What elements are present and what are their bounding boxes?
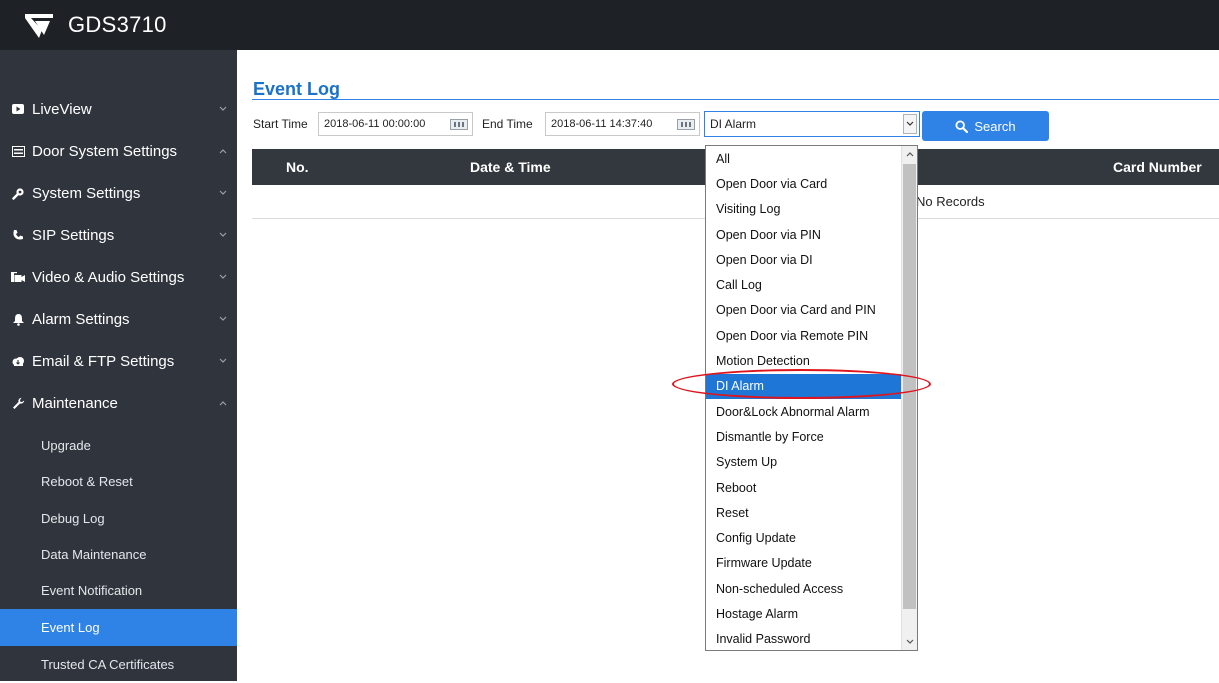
end-time-value: 2018-06-11 14:37:40 — [551, 118, 653, 130]
dropdown-option[interactable]: Invalid Password — [706, 627, 902, 652]
chevron-up-icon — [219, 382, 227, 424]
phone-icon — [8, 229, 28, 241]
start-time-input[interactable]: 2018-06-11 00:00:00 — [318, 112, 473, 136]
page-title: Event Log — [253, 79, 341, 99]
calendar-icon[interactable] — [450, 119, 468, 130]
dropdown-option[interactable]: Dismantle by Force — [706, 424, 902, 449]
sidebar-subitem-debug-log[interactable]: Debug Log — [0, 500, 237, 537]
chevron-up-icon — [219, 130, 227, 172]
dropdown-option[interactable]: Open Door via Card — [706, 171, 902, 196]
calendar-icon[interactable] — [677, 119, 695, 130]
dropdown-option[interactable]: System Up — [706, 450, 902, 475]
search-button-label: Search — [974, 118, 1016, 134]
chevron-down-icon[interactable] — [903, 114, 917, 134]
sidebar-subitem-reboot-reset[interactable]: Reboot & Reset — [0, 463, 237, 500]
sidebar-item-email-ftp-settings[interactable]: Email & FTP Settings — [0, 340, 237, 382]
dropdown-option[interactable]: Open Door via Card and PIN — [706, 298, 902, 323]
dropdown-option[interactable]: Motion Detection — [706, 348, 902, 373]
dropdown-option[interactable]: All — [706, 146, 902, 171]
sidebar-item-label: SIP Settings — [32, 226, 115, 244]
chevron-down-icon — [219, 88, 227, 130]
sidebar-item-label: System Settings — [32, 184, 141, 202]
sidebar-item-door-system-settings[interactable]: Door System Settings — [0, 130, 237, 172]
camera-mic-icon — [8, 271, 28, 283]
app-title: GDS3710 — [68, 12, 167, 37]
start-time-value: 2018-06-11 00:00:00 — [324, 118, 426, 130]
sidebar-item-system-settings[interactable]: System Settings — [0, 172, 237, 214]
sidebar-item-label: Maintenance — [32, 394, 118, 412]
dropdown-option[interactable]: Firmware Update — [706, 551, 902, 576]
chevron-down-icon — [219, 214, 227, 256]
end-time-label: End Time — [482, 117, 533, 131]
sidebar-item-label: Video & Audio Settings — [32, 268, 185, 286]
sidebar-item-label: Email & FTP Settings — [32, 352, 175, 370]
dropdown-option[interactable]: Visiting Log — [706, 197, 902, 222]
title-divider — [252, 99, 1219, 100]
sidebar-item-alarm-settings[interactable]: Alarm Settings — [0, 298, 237, 340]
door-panel-icon — [8, 145, 28, 157]
cloud-icon — [8, 356, 28, 367]
sidebar: LiveView Door System Settings System Set… — [0, 50, 237, 681]
top-bar: GDS3710 — [0, 0, 1219, 50]
dropdown-option[interactable]: Config Update — [706, 526, 902, 551]
dropdown-option[interactable]: Open Door via PIN — [706, 222, 902, 247]
scroll-down-arrow-icon[interactable] — [902, 634, 918, 650]
sidebar-subitem-trusted-ca-certificates[interactable]: Trusted CA Certificates — [0, 646, 237, 683]
end-time-input[interactable]: 2018-06-11 14:37:40 — [545, 112, 700, 136]
sidebar-item-label: LiveView — [32, 100, 92, 118]
event-type-dropdown-list[interactable]: All Open Door via Card Visiting Log Open… — [705, 145, 918, 651]
chevron-down-icon — [219, 256, 227, 298]
video-icon — [8, 104, 28, 114]
dropdown-option[interactable]: Non-scheduled Access — [706, 576, 902, 601]
dropdown-option[interactable]: Open Door via Remote PIN — [706, 323, 902, 348]
chevron-down-icon — [219, 340, 227, 382]
sidebar-subitem-event-notification[interactable]: Event Notification — [0, 572, 237, 609]
dropdown-scrollbar[interactable] — [901, 146, 917, 650]
sidebar-subitem-data-maintenance[interactable]: Data Maintenance — [0, 536, 237, 573]
wrench-icon — [8, 397, 28, 410]
event-type-selected: DI Alarm — [710, 117, 757, 131]
sidebar-item-label: Door System Settings — [32, 142, 178, 160]
sidebar-item-sip-settings[interactable]: SIP Settings — [0, 214, 237, 256]
search-icon — [955, 119, 969, 133]
sidebar-subitem-event-log[interactable]: Event Log — [0, 609, 237, 646]
dropdown-option[interactable]: Door&Lock Abnormal Alarm — [706, 399, 902, 424]
dropdown-option[interactable]: Open Door via DI — [706, 247, 902, 272]
dropdown-option[interactable]: Call Log — [706, 273, 902, 298]
search-button[interactable]: Search — [922, 111, 1049, 141]
chevron-down-icon — [219, 298, 227, 340]
bell-icon — [8, 313, 28, 326]
sidebar-item-label: Alarm Settings — [32, 310, 130, 328]
sidebar-item-liveview[interactable]: LiveView — [0, 88, 237, 130]
sidebar-item-maintenance[interactable]: Maintenance — [0, 382, 237, 424]
chevron-down-icon — [219, 172, 227, 214]
scrollbar-thumb[interactable] — [903, 164, 916, 609]
dropdown-option[interactable]: Reset — [706, 500, 902, 525]
column-header-no: No. — [286, 159, 309, 175]
dropdown-option[interactable]: Hostage Alarm — [706, 601, 902, 626]
sidebar-item-video-audio-settings[interactable]: Video & Audio Settings — [0, 256, 237, 298]
sidebar-subitem-upgrade[interactable]: Upgrade — [0, 427, 237, 464]
dropdown-option-selected[interactable]: DI Alarm — [706, 373, 902, 399]
grandstream-logo-icon — [25, 14, 53, 38]
column-header-date-time: Date & Time — [470, 159, 551, 175]
column-header-card-number: Card Number — [1113, 159, 1202, 175]
wrench-gear-icon — [8, 187, 28, 200]
dropdown-option[interactable]: Reboot — [706, 475, 902, 500]
start-time-label: Start Time — [253, 117, 308, 131]
event-type-select[interactable]: DI Alarm — [704, 111, 920, 137]
empty-table-message: No Records — [916, 194, 985, 209]
scroll-up-arrow-icon[interactable] — [902, 146, 918, 162]
